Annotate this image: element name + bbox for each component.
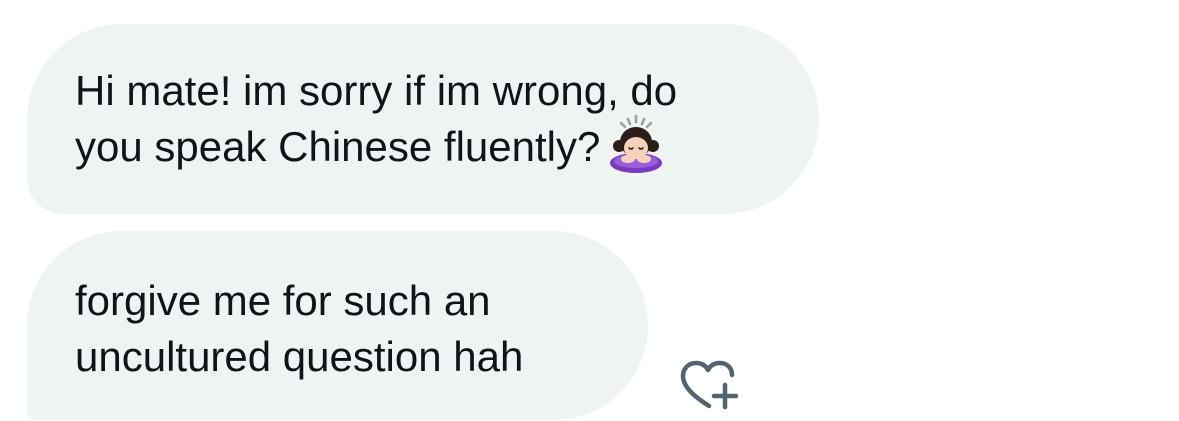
message-bubble[interactable]: Hi mate! im sorry if im wrong, do you sp… [27, 24, 819, 214]
message-bubble[interactable]: forgive me for such an uncultured questi… [27, 231, 648, 420]
message-text-line: uncultured question hah [75, 333, 524, 380]
person-bowing-icon [610, 114, 663, 173]
message-text-line: Hi mate! im sorry if im wrong, do [75, 67, 678, 114]
add-reaction-button[interactable] [675, 356, 741, 414]
heart-plus-icon [680, 360, 739, 410]
message-text: you speak Chinese fluently? [75, 123, 601, 170]
message-text-line: you speak Chinese fluently? [75, 114, 779, 175]
message-text-line: forgive me for such an [75, 277, 491, 324]
